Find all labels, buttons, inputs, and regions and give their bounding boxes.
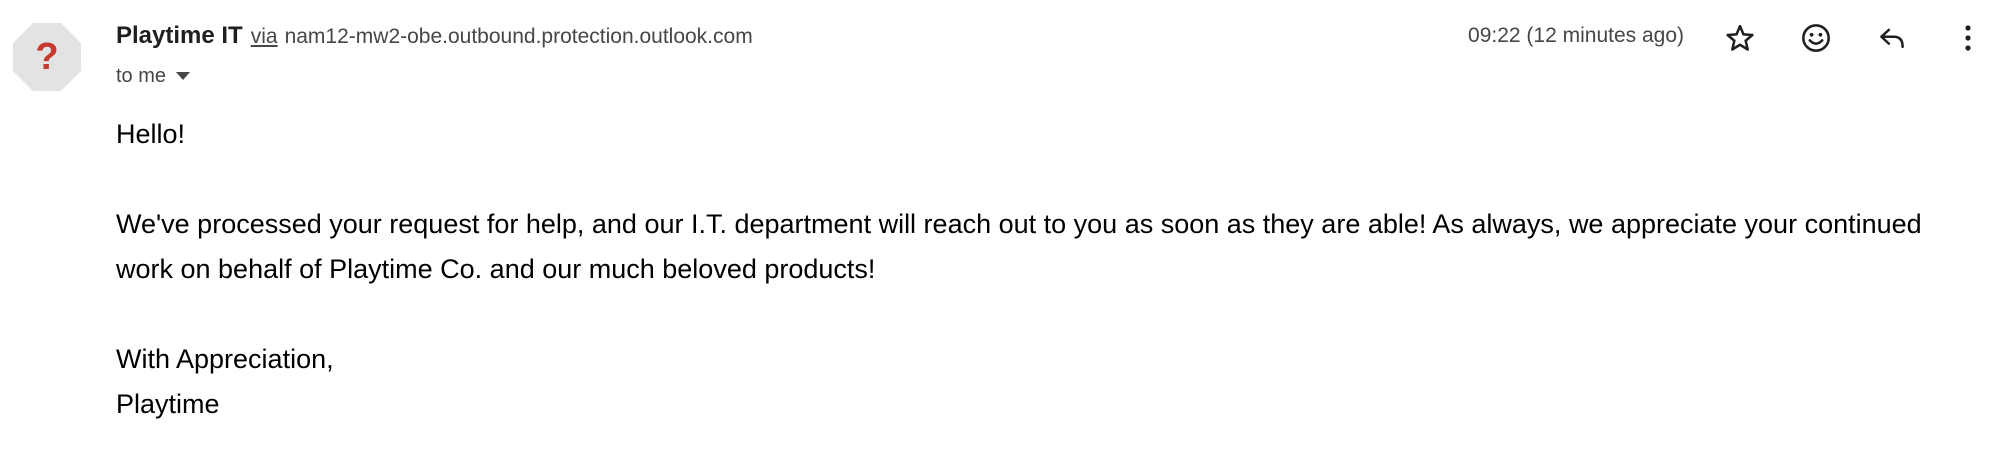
star-button[interactable] [1718,18,1762,62]
recipient-label: to me [116,64,167,87]
signature: Playtime [116,389,220,419]
caret-down-icon[interactable] [176,67,191,85]
greeting: Hello! [116,119,186,149]
email-message: ? Playtime IT via nam12-mw2-obe.outbound… [0,0,1992,468]
sender-line: Playtime IT via nam12-mw2-obe.outbound.p… [116,22,753,54]
reply-button[interactable] [1870,18,1914,62]
email-body: Hello! We've processed your request for … [116,112,1936,427]
add-reaction-button[interactable] [1794,18,1838,62]
via-domain: nam12-mw2-obe.outbound.protection.outloo… [284,25,753,48]
sender-name[interactable]: Playtime IT [116,22,243,50]
avatar-unknown-sender-glyph: ? [35,35,59,78]
sender-avatar[interactable]: ? [12,22,82,92]
more-options-button[interactable] [1946,18,1990,62]
received-time: 09:22 (12 minutes ago) [1468,24,1684,47]
star-icon [1725,23,1755,58]
message-paragraph: We've processed your request for help, a… [116,209,1922,284]
more-vert-icon [1963,24,1973,57]
reply-icon [1877,23,1907,58]
emoji-icon [1800,22,1832,59]
recipient-details-toggle[interactable]: to me [116,62,191,90]
closing-line: With Appreciation, [116,344,334,374]
via-link[interactable]: via [251,25,278,49]
